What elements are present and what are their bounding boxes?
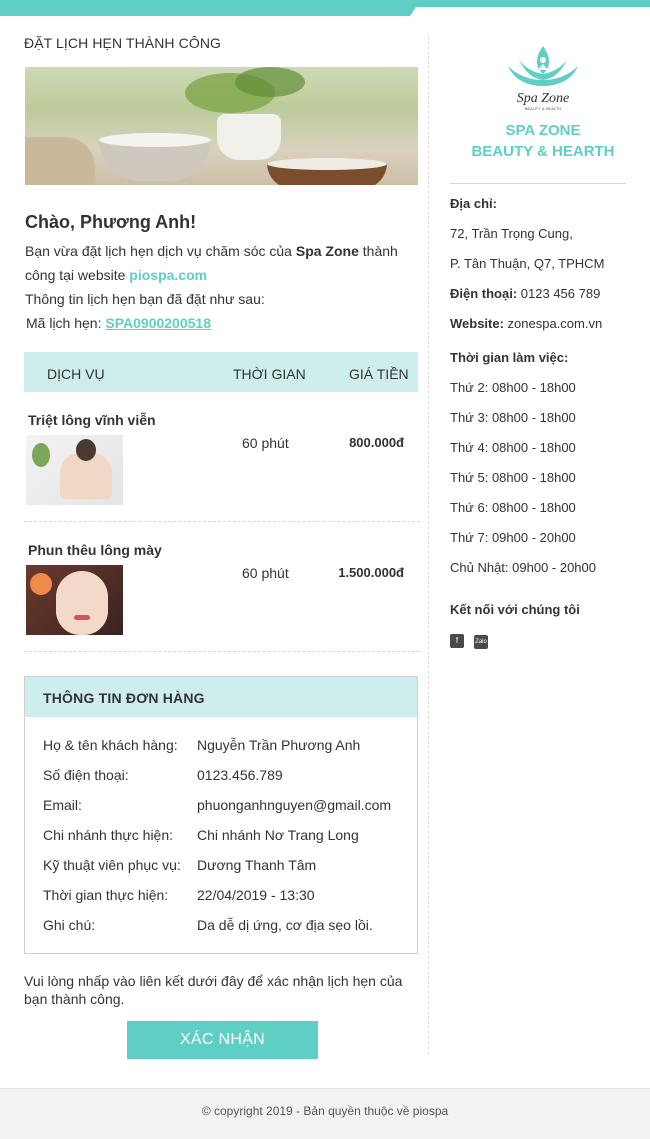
order-value: 22/04/2019 - 13:30: [197, 887, 315, 903]
brand-line1: SPA ZONE: [505, 122, 581, 139]
hours-item: Thứ 2: 08h00 - 18h00: [450, 380, 576, 395]
order-info-title: THÔNG TIN ĐƠN HÀNG: [25, 677, 417, 717]
website-link[interactable]: piospa.com: [129, 267, 207, 283]
hero-image: [25, 67, 418, 185]
svg-text:BEAUTY & HEALTH: BEAUTY & HEALTH: [525, 106, 561, 111]
service-image: [26, 435, 123, 505]
top-accent-cut: [410, 7, 650, 16]
connect-title: Kết nối với chúng tôi: [450, 602, 580, 617]
spa-zone-logo: Spa Zone BEAUTY & HEALTH: [508, 46, 578, 111]
service-row: Phun thêu lông mày 60 phút 1.500.000đ: [24, 522, 420, 652]
service-name: Phun thêu lông mày: [28, 542, 162, 558]
order-label: Chi nhánh thực hiện:: [43, 827, 174, 843]
col-price: GIÁ TIỀN: [349, 366, 409, 382]
page-title: ĐẶT LỊCH HẸN THÀNH CÔNG: [24, 35, 222, 51]
hours-item: Thứ 7: 09h00 - 20h00: [450, 530, 576, 545]
greeting: Chào, Phương Anh!: [25, 212, 197, 232]
zalo-icon[interactable]: Zalo: [474, 635, 488, 649]
order-label: Số điện thoại:: [43, 767, 129, 783]
brand-line2: BEAUTY & HEARTH: [471, 143, 615, 160]
intro-text: Bạn vừa đặt lịch hẹn dịch vụ chăm sóc củ…: [25, 243, 398, 283]
service-price: 1.500.000đ: [338, 565, 404, 580]
order-value: Nguyễn Trần Phương Anh: [197, 737, 361, 753]
booking-code-line: Mã lịch hẹn: SPA0900200518: [26, 315, 211, 331]
column-divider: [428, 36, 429, 1054]
hours-title: Thời gian làm việc:: [450, 350, 569, 365]
service-time: 60 phút: [242, 435, 289, 451]
address-label: Địa chỉ:: [450, 196, 497, 211]
intro-line2: Thông tin lịch hẹn bạn đã đặt như sau:: [25, 291, 265, 307]
footer-copyright: © copyright 2019 - Bản quyền thuộc về pi…: [0, 1088, 650, 1139]
order-value: phuonganhnguyen@gmail.com: [197, 797, 392, 813]
booking-code-link[interactable]: SPA0900200518: [105, 315, 211, 331]
order-value: Chi nhánh Nơ Trang Long: [197, 827, 359, 843]
hours-item: Chủ Nhật: 09h00 - 20h00: [450, 560, 596, 575]
confirm-note: Vui lòng nhấp vào liên kết dưới đây để x…: [24, 973, 403, 1007]
hours-item: Thứ 5: 08h00 - 18h00: [450, 470, 576, 485]
order-value: Dương Thanh Tâm: [197, 857, 317, 873]
service-name: Triệt lông vĩnh viễn: [28, 412, 156, 428]
hours-item: Thứ 4: 08h00 - 18h00: [450, 440, 576, 455]
order-label: Họ & tên khách hàng:: [43, 737, 178, 753]
confirm-button[interactable]: XÁC NHẬN: [127, 1021, 318, 1059]
address-line1: 72, Trần Trọng Cung,: [450, 226, 573, 241]
service-image: [26, 565, 123, 635]
email-body: ĐẶT LỊCH HẸN THÀNH CÔNG Chào, Phương Anh…: [0, 16, 650, 1088]
address-line2: P. Tân Thuận, Q7, TPHCM: [450, 256, 605, 271]
website-line: Website: zonespa.com.vn: [450, 316, 603, 331]
facebook-icon[interactable]: f: [450, 634, 464, 648]
order-label: Kỹ thuật viên phục vụ:: [43, 857, 181, 873]
col-time: THỜI GIAN: [233, 366, 306, 382]
order-label: Thời gian thực hiện:: [43, 887, 169, 903]
phone-line: Điện thoại: 0123 456 789: [450, 286, 601, 301]
service-time: 60 phút: [242, 565, 289, 581]
services-table-header: DỊCH VỤ THỜI GIAN GIÁ TIỀN: [24, 352, 418, 392]
order-info-box: THÔNG TIN ĐƠN HÀNG Họ & tên khách hàng: …: [24, 676, 418, 954]
col-service: DỊCH VỤ: [47, 366, 105, 382]
hours-item: Thứ 6: 08h00 - 18h00: [450, 500, 576, 515]
service-price: 800.000đ: [349, 435, 404, 450]
order-value: Da dễ dị ứng, cơ địa sẹo lồi.: [197, 917, 373, 933]
brand-name: Spa Zone: [295, 243, 359, 259]
sidebar-separator: [450, 183, 626, 184]
order-value: 0123.456.789: [197, 767, 283, 783]
svg-text:Spa Zone: Spa Zone: [517, 91, 570, 106]
hours-item: Thứ 3: 08h00 - 18h00: [450, 410, 576, 425]
order-label: Email:: [43, 797, 82, 813]
order-label: Ghi chú:: [43, 917, 96, 933]
social-links: f Zalo: [450, 630, 498, 649]
service-row: Triệt lông vĩnh viễn 60 phút 800.000đ: [24, 392, 420, 522]
